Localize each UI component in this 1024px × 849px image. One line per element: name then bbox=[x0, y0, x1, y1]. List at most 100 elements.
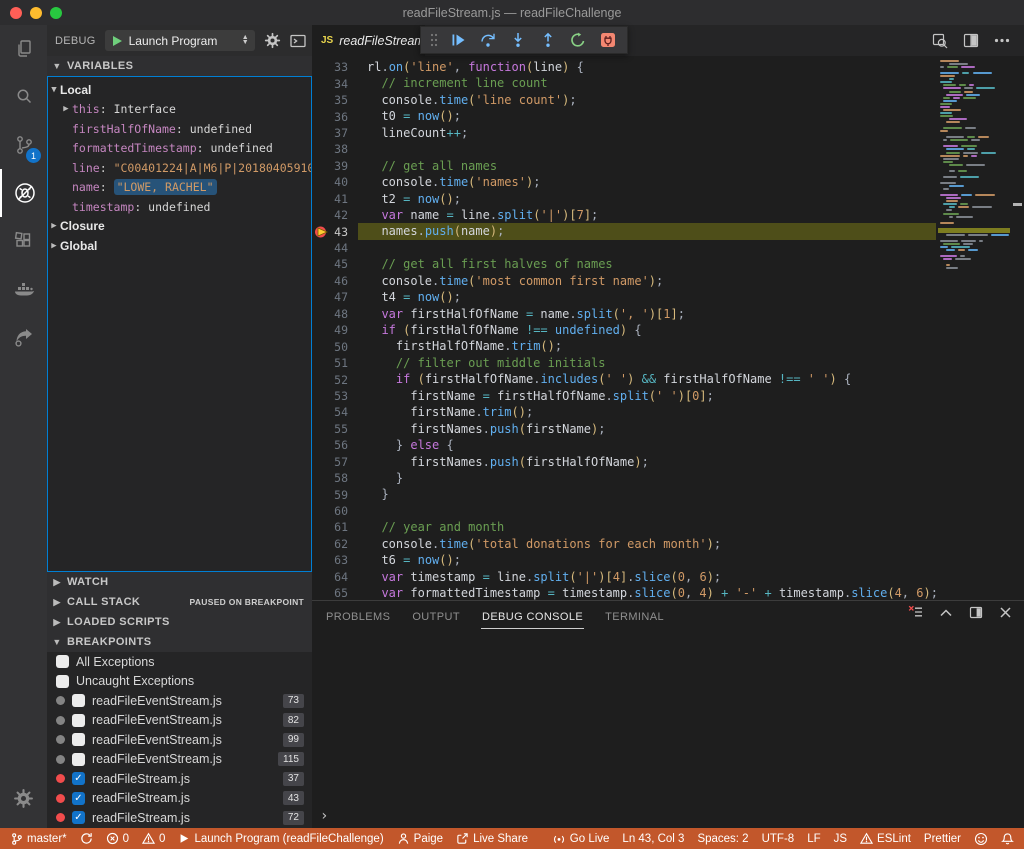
find-file-icon[interactable] bbox=[932, 33, 948, 49]
sidebar-item-source-control[interactable]: 1 bbox=[0, 121, 47, 169]
line-gutter[interactable]: 34 bbox=[312, 77, 358, 91]
line-gutter[interactable]: 47 bbox=[312, 290, 358, 304]
status-lf[interactable]: LF bbox=[807, 833, 820, 845]
line-content[interactable]: var timestamp = line.split('|')[4].slice… bbox=[358, 569, 936, 585]
watch-section-header[interactable]: ▶ WATCH bbox=[47, 572, 312, 592]
open-panel-side-icon[interactable] bbox=[969, 606, 983, 619]
line-gutter[interactable]: 62 bbox=[312, 537, 358, 551]
code-line[interactable]: 56 } else { bbox=[312, 437, 936, 453]
line-gutter[interactable]: 49 bbox=[312, 323, 358, 337]
line-content[interactable]: // filter out middle initials bbox=[358, 355, 936, 371]
line-gutter[interactable]: 39 bbox=[312, 159, 358, 173]
breakpoint-checkbox[interactable] bbox=[72, 733, 85, 746]
code-line[interactable]: 54 firstName.trim(); bbox=[312, 404, 936, 420]
line-content[interactable]: // get all first halves of names bbox=[358, 256, 936, 272]
line-gutter[interactable]: 58 bbox=[312, 471, 358, 485]
line-content[interactable]: if (firstHalfOfName.includes(' ') && fir… bbox=[358, 371, 936, 387]
line-content[interactable]: if (firstHalfOfName !== undefined) { bbox=[358, 322, 936, 338]
step-into-button[interactable] bbox=[505, 28, 531, 52]
line-content[interactable]: t0 = now(); bbox=[358, 108, 936, 124]
clear-console-icon[interactable] bbox=[908, 605, 923, 619]
line-content[interactable]: lineCount++; bbox=[358, 125, 936, 141]
breakpoint-row[interactable]: readFileEventStream.js73 bbox=[47, 691, 312, 711]
line-content[interactable]: console.time('names'); bbox=[358, 174, 936, 190]
line-gutter[interactable]: 45 bbox=[312, 257, 358, 271]
disconnect-button[interactable] bbox=[595, 28, 621, 52]
code-line[interactable]: 55 firstNames.push(firstName); bbox=[312, 421, 936, 437]
code-line[interactable]: 36 t0 = now(); bbox=[312, 108, 936, 124]
line-content[interactable]: console.time('line count'); bbox=[358, 92, 936, 108]
line-content[interactable]: names.push(name); bbox=[358, 223, 936, 239]
breakpoint-checkbox[interactable]: ✓ bbox=[72, 792, 85, 805]
launch-config-dropdown[interactable]: Launch Program ▲▼ bbox=[105, 30, 255, 51]
line-gutter[interactable]: 55 bbox=[312, 422, 358, 436]
line-content[interactable]: rl.on('line', function(line) { bbox=[358, 59, 936, 75]
step-out-button[interactable] bbox=[535, 28, 561, 52]
breakpoint-row[interactable]: Uncaught Exceptions bbox=[47, 672, 312, 692]
code-line[interactable]: 46 console.time('most common first name'… bbox=[312, 273, 936, 289]
open-debug-console-icon[interactable] bbox=[290, 34, 306, 48]
code-line[interactable]: 60 bbox=[312, 503, 936, 519]
code-line[interactable]: 62 console.time('total donations for eac… bbox=[312, 536, 936, 552]
line-content[interactable]: t4 = now(); bbox=[358, 289, 936, 305]
line-gutter[interactable]: 42 bbox=[312, 208, 358, 222]
status-smiley[interactable] bbox=[974, 832, 988, 846]
variable-scope-local[interactable]: ▼Local bbox=[48, 80, 311, 100]
breakpoint-checkbox[interactable] bbox=[72, 753, 85, 766]
sidebar-item-debug[interactable] bbox=[0, 169, 47, 217]
call-stack-section-header[interactable]: ▶ CALL STACK PAUSED ON BREAKPOINT bbox=[47, 592, 312, 612]
breakpoint-checkbox[interactable] bbox=[72, 694, 85, 707]
line-gutter[interactable]: 46 bbox=[312, 274, 358, 288]
code-line[interactable]: 58 } bbox=[312, 470, 936, 486]
line-gutter[interactable]: 43 bbox=[312, 225, 358, 239]
breakpoint-checkbox[interactable] bbox=[56, 655, 69, 668]
line-content[interactable]: // get all names bbox=[358, 158, 936, 174]
status-eslint[interactable]: ESLint bbox=[860, 832, 911, 845]
line-content[interactable]: firstName = firstHalfOfName.split(' ')[0… bbox=[358, 388, 936, 404]
line-content[interactable]: } bbox=[358, 470, 936, 486]
code-line[interactable]: 33rl.on('line', function(line) { bbox=[312, 59, 936, 75]
variable-scope-closure[interactable]: ▶Closure bbox=[48, 217, 311, 237]
code-line[interactable]: 51 // filter out middle initials bbox=[312, 355, 936, 371]
minimap[interactable] bbox=[938, 58, 1010, 588]
breakpoint-row[interactable]: ✓readFileStream.js72 bbox=[47, 808, 312, 828]
code-line[interactable]: 42 var name = line.split('|')[7]; bbox=[312, 207, 936, 223]
status-paige[interactable]: Paige bbox=[397, 832, 443, 845]
split-editor-icon[interactable] bbox=[963, 33, 979, 48]
sidebar-item-live-share[interactable] bbox=[0, 313, 47, 361]
line-gutter[interactable]: 33 bbox=[312, 60, 358, 74]
close-panel-icon[interactable] bbox=[999, 606, 1012, 619]
status-go-live[interactable]: Go Live bbox=[552, 832, 610, 845]
variable-row[interactable]: ▶this: Interface bbox=[48, 100, 311, 120]
code-line[interactable]: 57 firstNames.push(firstHalfOfName); bbox=[312, 454, 936, 470]
variable-scope-global[interactable]: ▶Global bbox=[48, 236, 311, 256]
variable-row[interactable]: firstHalfOfName: undefined bbox=[48, 119, 311, 139]
toolbar-gripper[interactable] bbox=[427, 28, 441, 52]
line-content[interactable]: firstNames.push(firstName); bbox=[358, 421, 936, 437]
code-line[interactable]: 40 console.time('names'); bbox=[312, 174, 936, 190]
status-0[interactable]: 0 bbox=[142, 832, 165, 845]
variables-section-header[interactable]: ▼ VARIABLES bbox=[47, 56, 312, 76]
code-line[interactable]: 61 // year and month bbox=[312, 519, 936, 535]
line-gutter[interactable]: 37 bbox=[312, 126, 358, 140]
code-line[interactable]: 37 lineCount++; bbox=[312, 125, 936, 141]
code-line[interactable]: 53 firstName = firstHalfOfName.split(' '… bbox=[312, 388, 936, 404]
line-gutter[interactable]: 35 bbox=[312, 93, 358, 107]
line-gutter[interactable]: 40 bbox=[312, 175, 358, 189]
line-gutter[interactable]: 38 bbox=[312, 142, 358, 156]
code-line[interactable]: 45 // get all first halves of names bbox=[312, 256, 936, 272]
breakpoint-row[interactable]: All Exceptions bbox=[47, 652, 312, 672]
restart-button[interactable] bbox=[565, 28, 591, 52]
step-over-button[interactable] bbox=[475, 28, 501, 52]
line-content[interactable]: var name = line.split('|')[7]; bbox=[358, 207, 936, 223]
line-gutter[interactable]: 48 bbox=[312, 307, 358, 321]
line-content[interactable]: t2 = now(); bbox=[358, 191, 936, 207]
line-gutter[interactable]: 64 bbox=[312, 570, 358, 584]
line-gutter[interactable]: 53 bbox=[312, 389, 358, 403]
code-line[interactable]: 47 t4 = now(); bbox=[312, 289, 936, 305]
line-gutter[interactable]: 56 bbox=[312, 438, 358, 452]
line-gutter[interactable]: 36 bbox=[312, 110, 358, 124]
variable-row[interactable]: timestamp: undefined bbox=[48, 197, 311, 217]
line-content[interactable]: t6 = now(); bbox=[358, 552, 936, 568]
code-lines[interactable]: 33rl.on('line', function(line) {34 // in… bbox=[312, 56, 936, 600]
